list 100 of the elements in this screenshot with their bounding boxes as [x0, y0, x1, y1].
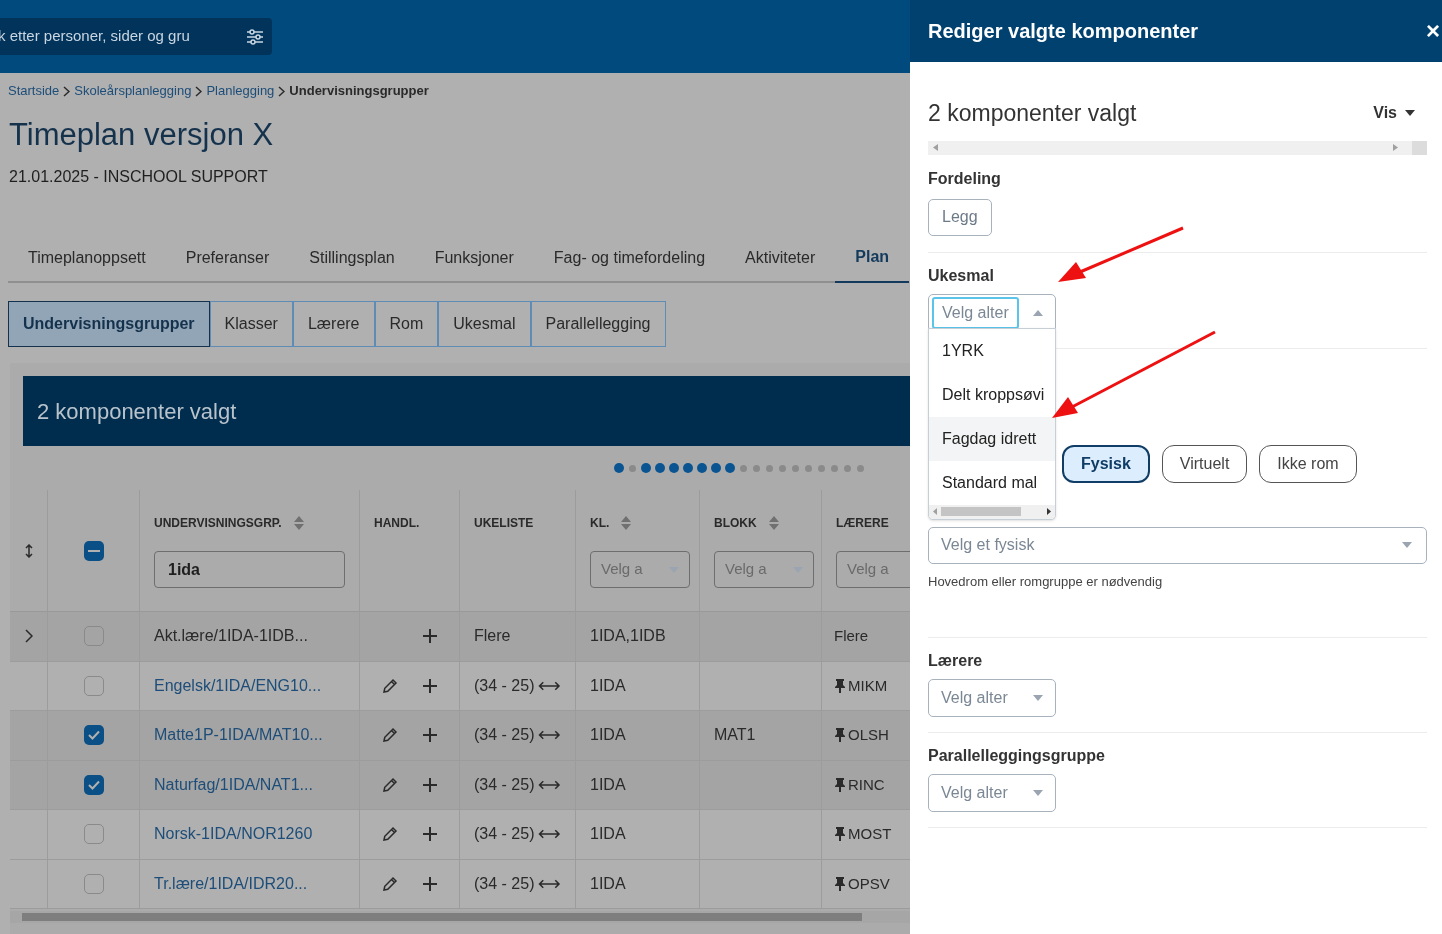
- panel-title: Rediger valgte komponenter: [928, 19, 1199, 44]
- selection-banner: 2 komponenter valgt: [23, 376, 910, 446]
- breadcrumb-link[interactable]: Skoleårsplanlegging: [74, 81, 192, 101]
- plus-icon[interactable]: [423, 728, 437, 743]
- section-label: Fordeling: [928, 168, 1002, 189]
- table-cell-text: OPSV: [848, 873, 890, 894]
- pin-icon: [834, 728, 846, 743]
- group-link[interactable]: Norsk-1IDA/NOR1260: [154, 822, 313, 847]
- table-cell-text: Flere: [474, 626, 511, 647]
- double-arrow-icon: [538, 778, 561, 791]
- column-header: UKELISTE: [474, 515, 534, 532]
- tab[interactable]: Preferanser: [165, 233, 290, 283]
- tab[interactable]: Funksjoner: [414, 233, 534, 283]
- subtab[interactable]: Ukesmal: [438, 301, 531, 347]
- table-row[interactable]: Norsk-1IDA/NOR1260 (34 - 25) 1IDA MOST: [10, 810, 910, 860]
- table-cell-text: 1IDA: [590, 774, 626, 795]
- table-cell-text: Flere: [834, 626, 869, 646]
- table-cell-text: MOST: [848, 824, 892, 844]
- checkbox[interactable]: [83, 774, 104, 795]
- table-cell-text: OLSH: [848, 725, 889, 745]
- table-cell-text: MIKM: [848, 675, 888, 696]
- helper-text: Hovedrom eller romgruppe er nødvendig: [928, 572, 1164, 591]
- checkbox[interactable]: [83, 824, 104, 845]
- arrow-left-icon[interactable]: [933, 508, 937, 515]
- plus-icon[interactable]: [423, 876, 437, 891]
- dropdown-option[interactable]: 1YRK: [929, 328, 1055, 373]
- double-arrow-icon: [538, 877, 561, 890]
- checkbox[interactable]: [83, 873, 104, 894]
- group-link[interactable]: Naturfag/1IDA/NAT1...: [154, 772, 313, 797]
- group-link[interactable]: Matte1P-1IDA/MAT10...: [154, 723, 323, 748]
- filter-input[interactable]: 1ida: [154, 551, 345, 588]
- checkbox[interactable]: [83, 540, 104, 561]
- breadcrumb-link[interactable]: Planlegging: [206, 81, 275, 101]
- tab[interactable]: Timeplanoppsett: [8, 233, 166, 283]
- table-cell-text: 1IDA,1IDB: [590, 626, 666, 647]
- legg-button[interactable]: Legg: [928, 198, 992, 236]
- subtab[interactable]: Rom: [374, 301, 439, 347]
- checkbox[interactable]: [83, 675, 104, 696]
- select-field[interactable]: Velg alter: [928, 774, 1056, 812]
- pencil-icon[interactable]: [381, 775, 399, 794]
- dropdown-option[interactable]: Standard mal: [929, 460, 1055, 505]
- plus-icon[interactable]: [423, 777, 437, 792]
- chevron-icon[interactable]: [24, 629, 33, 644]
- vis-dropdown[interactable]: Vis: [1373, 101, 1415, 126]
- pencil-icon[interactable]: [381, 874, 399, 893]
- tab[interactable]: Aktiviteter: [725, 233, 836, 283]
- plus-icon[interactable]: [423, 827, 437, 842]
- table-cell-text: 1IDA: [590, 873, 626, 894]
- sort-icon[interactable]: [24, 543, 33, 558]
- page-title: Timeplan versjon X: [8, 116, 275, 154]
- table-cell-text: (34 - 25): [474, 873, 535, 894]
- table-cell-text: 1IDA: [590, 675, 626, 696]
- table-row[interactable]: Naturfag/1IDA/NAT1... (34 - 25) 1IDA RINC: [10, 760, 910, 810]
- table-cell-text: 1IDA: [590, 725, 626, 746]
- select-field[interactable]: Velg alter: [928, 679, 1056, 717]
- table-row[interactable]: Tr.lære/1IDA/IDR20... (34 - 25) 1IDA OPSV: [10, 859, 910, 909]
- subtab[interactable]: Parallellegging: [530, 301, 666, 347]
- table-row[interactable]: Engelsk/1IDA/ENG10... (34 - 25) 1IDA MIKM: [10, 661, 910, 711]
- dropdown-option[interactable]: Delt kroppsøvi: [929, 372, 1055, 417]
- arrow-right-icon[interactable]: [1047, 508, 1051, 515]
- table-cell-text: (34 - 25): [474, 725, 535, 746]
- tab[interactable]: Stillingsplan: [289, 233, 415, 283]
- room-select[interactable]: Velg et fysisk: [928, 526, 1427, 564]
- filter-icon[interactable]: [246, 28, 264, 45]
- checkbox[interactable]: [83, 626, 104, 647]
- caret-icon: [1405, 110, 1415, 117]
- column-header: BLOKK: [714, 515, 757, 532]
- arrow-left-icon[interactable]: [933, 144, 938, 151]
- dropdown-option[interactable]: Fagdag idrett: [929, 416, 1055, 461]
- tab[interactable]: Fag- og timefordeling: [533, 233, 726, 283]
- column-header: KL.: [590, 515, 610, 532]
- checkbox[interactable]: [83, 725, 104, 746]
- pencil-icon[interactable]: [381, 676, 399, 695]
- double-arrow-icon: [538, 729, 561, 742]
- room-type-button[interactable]: Ikke rom: [1259, 444, 1357, 483]
- table-row[interactable]: Akt.lære/1IDA-1IDB... Flere 1IDA,1IDB Flere: [10, 612, 910, 662]
- caret-icon: [1033, 309, 1043, 316]
- double-arrow-icon: [538, 828, 561, 841]
- group-link[interactable]: Tr.lære/1IDA/IDR20...: [154, 871, 308, 896]
- horizontal-scrollbar[interactable]: [10, 911, 910, 923]
- section-label: Ukesmal: [928, 265, 995, 286]
- room-type-button[interactable]: Virtuelt: [1161, 444, 1248, 483]
- plus-icon[interactable]: [423, 678, 437, 693]
- close-button[interactable]: ×: [1426, 19, 1440, 43]
- group-link[interactable]: Engelsk/1IDA/ENG10...: [154, 673, 322, 698]
- column-header: UNDERVISNINGSGRP.: [154, 515, 282, 532]
- table-row[interactable]: Matte1P-1IDA/MAT10... (34 - 25) 1IDA MAT1 OLSH: [10, 711, 910, 761]
- subtab[interactable]: Undervisningsgrupper: [8, 301, 210, 347]
- horizontal-scrollbar[interactable]: [928, 140, 1427, 155]
- pencil-icon[interactable]: [381, 825, 399, 844]
- checkmark-icon: [87, 730, 100, 741]
- plus-icon[interactable]: [423, 629, 437, 644]
- table-cell-text: 1IDA: [590, 824, 626, 845]
- subtab[interactable]: Lærere: [292, 301, 375, 347]
- caret-icon: [1033, 790, 1043, 796]
- section-label: Lærere: [928, 651, 984, 671]
- breadcrumb-link[interactable]: Startside: [8, 81, 60, 101]
- subtab[interactable]: Klasser: [209, 301, 293, 347]
- room-type-button[interactable]: Fysisk: [1062, 444, 1150, 483]
- pencil-icon[interactable]: [381, 726, 399, 745]
